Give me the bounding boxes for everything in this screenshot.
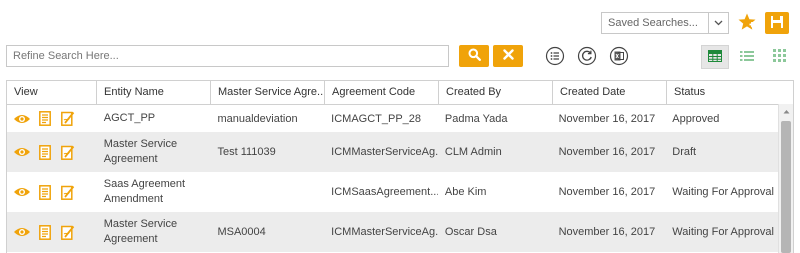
details-document-icon[interactable] xyxy=(35,182,55,202)
export-button[interactable] xyxy=(608,46,630,68)
cell-agreement-code: ICMSaasAgreement... xyxy=(331,186,438,198)
scroll-up-arrow-icon[interactable] xyxy=(779,104,793,119)
list-options-button[interactable] xyxy=(544,46,566,68)
search-button[interactable] xyxy=(459,45,489,67)
view-eye-icon[interactable] xyxy=(12,222,32,242)
agreements-grid: View Entity Name Master Service Agre... … xyxy=(6,80,794,253)
edit-document-icon[interactable] xyxy=(58,222,78,242)
column-header-master-service-agreement[interactable]: Master Service Agre... xyxy=(211,81,325,104)
cell-created-date: November 16, 2017 xyxy=(558,146,656,158)
cell-master-service-agreement: manualdeviation xyxy=(217,112,298,125)
view-eye-icon[interactable] xyxy=(12,182,32,202)
column-header-status[interactable]: Status xyxy=(667,81,780,104)
star-icon[interactable] xyxy=(736,11,758,33)
column-header-created-by[interactable]: Created By xyxy=(439,81,553,104)
cell-created-date: November 16, 2017 xyxy=(558,112,656,125)
row-actions xyxy=(7,132,97,172)
edit-document-icon[interactable] xyxy=(58,182,78,202)
cell-status: Draft xyxy=(672,146,697,158)
cell-agreement-code: ICMAGCT_PP_28 xyxy=(331,112,422,125)
cell-entity-name: AGCT_PP xyxy=(103,112,156,124)
saved-searches-label: Saved Searches... xyxy=(608,17,698,29)
cell-agreement-code: ICMMasterServiceAg... xyxy=(331,146,438,158)
cell-entity-name: Master Service Agreement xyxy=(103,218,178,245)
close-icon xyxy=(502,49,514,63)
table-row[interactable]: Master Service Agreement Test 111039 ICM… xyxy=(7,132,778,172)
cell-master-service-agreement xyxy=(210,172,324,212)
cell-master-service-agreement: Test 111039 xyxy=(217,146,276,158)
cell-status: Approved xyxy=(672,112,720,125)
cell-created-by: CLM Admin xyxy=(444,146,502,158)
table-row[interactable]: AGCT_PP manualdeviation ICMAGCT_PP_28 Pa… xyxy=(7,105,778,132)
chevron-down-icon[interactable] xyxy=(708,13,728,33)
row-actions xyxy=(7,212,97,252)
cell-created-date: November 16, 2017 xyxy=(558,186,656,198)
cell-status: Waiting For Approval xyxy=(672,186,774,198)
grid-view-button[interactable] xyxy=(701,45,729,69)
saved-searches-dropdown[interactable]: Saved Searches... xyxy=(601,12,729,34)
cell-created-by: Abe Kim xyxy=(444,186,487,198)
refresh-icon xyxy=(577,46,597,69)
edit-document-icon[interactable] xyxy=(58,142,78,162)
cell-created-date: November 16, 2017 xyxy=(558,226,656,238)
view-eye-icon[interactable] xyxy=(12,142,32,162)
vertical-scrollbar[interactable] xyxy=(778,104,793,253)
table-row[interactable]: Saas Agreement Amendment ICMSaasAgreemen… xyxy=(7,172,778,212)
list-view-button[interactable] xyxy=(733,45,761,69)
table-row[interactable]: Master Service Agreement MSA0004 ICMMast… xyxy=(7,212,778,252)
tile-view-button[interactable] xyxy=(765,45,793,69)
details-document-icon[interactable] xyxy=(35,109,55,129)
search-icon xyxy=(468,48,481,64)
tiles-icon xyxy=(772,49,786,65)
save-button[interactable] xyxy=(765,12,789,34)
list-icon xyxy=(740,50,754,65)
cell-entity-name: Saas Agreement Amendment xyxy=(103,178,186,205)
grid-body: AGCT_PP manualdeviation ICMAGCT_PP_28 Pa… xyxy=(7,105,778,253)
cell-status: Waiting For Approval xyxy=(672,226,774,238)
cell-entity-name: Master Service Agreement xyxy=(103,138,178,165)
column-header-entity-name[interactable]: Entity Name xyxy=(97,81,211,104)
list-circle-icon xyxy=(545,46,565,69)
column-header-created-date[interactable]: Created Date xyxy=(553,81,667,104)
export-icon xyxy=(609,46,629,69)
scrollbar-thumb[interactable] xyxy=(781,121,791,253)
save-icon xyxy=(770,15,784,32)
details-document-icon[interactable] xyxy=(35,222,55,242)
edit-document-icon[interactable] xyxy=(58,109,78,129)
view-eye-icon[interactable] xyxy=(12,109,32,129)
grid-header: View Entity Name Master Service Agre... … xyxy=(7,81,793,105)
refresh-button[interactable] xyxy=(576,46,598,68)
details-document-icon[interactable] xyxy=(35,142,55,162)
clear-search-button[interactable] xyxy=(493,45,523,67)
cell-agreement-code: ICMMasterServiceAg... xyxy=(331,226,438,238)
cell-master-service-agreement: MSA0004 xyxy=(217,226,266,238)
cell-created-by: Oscar Dsa xyxy=(444,226,497,238)
column-header-view[interactable]: View xyxy=(7,81,97,104)
column-header-agreement-code[interactable]: Agreement Code xyxy=(325,81,439,104)
refine-search-input[interactable] xyxy=(6,45,449,67)
row-actions xyxy=(7,172,97,212)
table-icon xyxy=(708,49,722,65)
cell-created-by: Padma Yada xyxy=(444,112,508,125)
row-actions xyxy=(7,105,97,132)
